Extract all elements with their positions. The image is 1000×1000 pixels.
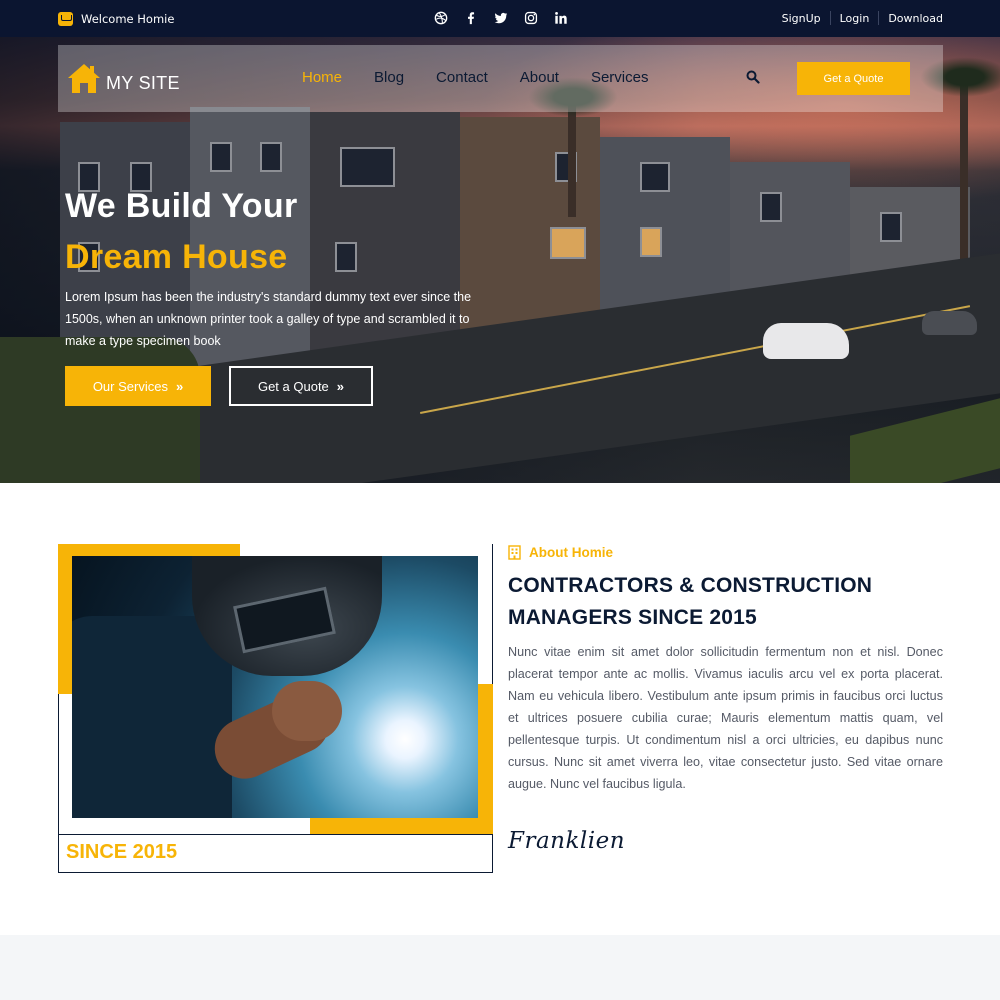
social-links <box>433 9 568 26</box>
welcome-group: Welcome Homie <box>58 10 174 27</box>
button-label: Our Services <box>92 378 168 394</box>
nav-menu: Home Blog Contact About Services <box>302 69 680 86</box>
main-navbar: MY SITE Home Blog Contact About Services… <box>58 45 943 112</box>
site-logo[interactable]: MY SITE <box>66 61 180 95</box>
hero-title-line2: Dream House <box>65 238 288 276</box>
palm-tree <box>528 77 618 217</box>
our-services-button[interactable]: Our Services » <box>65 366 211 406</box>
button-label: Get a Quote <box>257 378 329 394</box>
window <box>640 227 662 257</box>
nav-item-contact[interactable]: Contact <box>436 69 488 86</box>
about-label-text: About Homie <box>529 545 613 560</box>
window <box>550 227 586 259</box>
double-chevron-right-icon: » <box>175 378 184 394</box>
signature: Franklien <box>508 828 626 854</box>
lawn <box>0 337 200 483</box>
linkedin-icon[interactable] <box>553 9 568 26</box>
double-chevron-right-icon: » <box>336 378 345 394</box>
search-icon[interactable] <box>746 69 760 84</box>
nav-item-services[interactable]: Services <box>591 69 649 86</box>
window <box>260 142 282 172</box>
instagram-icon[interactable] <box>523 9 538 26</box>
house-icon <box>66 61 100 95</box>
window <box>760 192 782 222</box>
window <box>335 242 357 272</box>
dribbble-icon[interactable] <box>433 9 448 26</box>
photo-hand <box>272 681 342 741</box>
accent-bar <box>58 544 240 556</box>
window <box>640 162 670 192</box>
hero-description: Lorem Ipsum has been the industry's stan… <box>65 290 472 348</box>
window <box>880 212 902 242</box>
car <box>922 311 977 335</box>
about-body: Nunc vitae enim sit amet dolor sollicitu… <box>508 645 943 791</box>
hero-title-line1: We Build Your <box>65 187 298 225</box>
welcome-text: Welcome Homie <box>81 11 175 26</box>
nav-item-about[interactable]: About <box>520 69 559 86</box>
download-link[interactable]: Download <box>879 12 943 25</box>
top-bar: Welcome Homie SignUp Login Download <box>0 0 1000 37</box>
twitter-icon[interactable] <box>493 9 508 26</box>
accent-bar <box>478 684 493 834</box>
top-links: SignUp Login Download <box>773 11 943 25</box>
get-quote-button[interactable]: Get a Quote <box>797 62 910 95</box>
next-section <box>0 935 1000 1000</box>
window <box>210 142 232 172</box>
welder-photo <box>72 556 478 818</box>
accent-bar <box>58 544 72 694</box>
car <box>763 323 849 359</box>
window <box>340 147 395 187</box>
logo-text: MY SITE <box>106 72 180 93</box>
envelope-icon <box>58 11 73 26</box>
building-icon <box>508 545 521 560</box>
login-link[interactable]: Login <box>831 12 879 25</box>
about-label: About Homie <box>508 545 613 560</box>
about-heading: CONTRACTORS & CONSTRUCTION MANAGERS SINC… <box>508 574 873 629</box>
since-label: SINCE 2015 <box>66 841 178 863</box>
photo-body <box>72 616 232 818</box>
nav-item-blog[interactable]: Blog <box>374 69 404 86</box>
signup-link[interactable]: SignUp <box>773 12 830 25</box>
facebook-icon[interactable] <box>463 9 478 26</box>
nav-item-home[interactable]: Home <box>302 69 342 86</box>
hero-get-quote-button[interactable]: Get a Quote » <box>229 366 373 406</box>
accent-bar <box>310 818 493 834</box>
